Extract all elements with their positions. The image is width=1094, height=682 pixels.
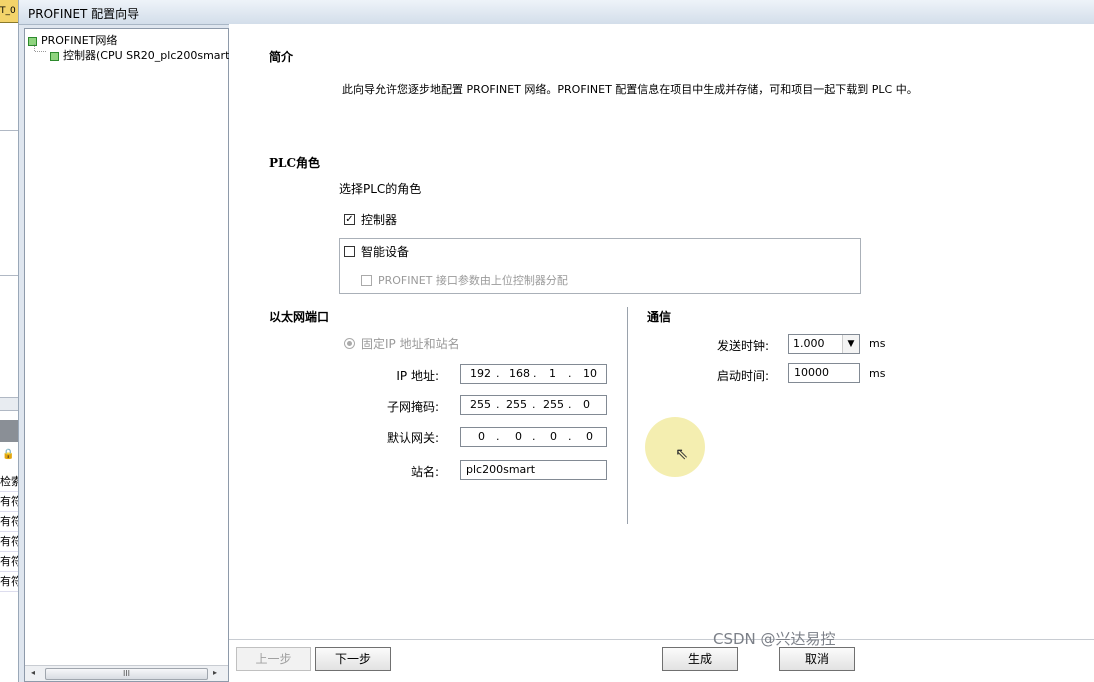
window-title: PROFINET 配置向导 xyxy=(28,7,140,21)
background-app-strip: T_0 🔒 检索 有符 有符 有符 有符 有符 xyxy=(0,0,19,682)
ip-address-label: IP 地址: xyxy=(396,369,439,383)
list-item[interactable]: 有符 xyxy=(0,512,18,532)
smart-device-label: 智能设备 xyxy=(361,245,410,259)
scroll-thumb[interactable]: III xyxy=(45,668,208,680)
intro-text: 此向导允许您逐步地配置 PROFINET 网络。PROFINET 配置信息在项目… xyxy=(342,83,918,96)
tree-node-controller[interactable]: 控制器(CPU SR20_plc200smart) xyxy=(50,47,234,63)
button-bar-divider xyxy=(229,639,1094,640)
list-item[interactable]: 检索 xyxy=(0,472,18,492)
ethernet-title: 以太网端口 xyxy=(269,310,330,324)
ip-dot: . xyxy=(496,430,500,443)
assign-by-controller-checkbox[interactable]: PROFINET 接口参数由上位控制器分配 xyxy=(361,272,568,288)
checkbox-check-icon: ✓ xyxy=(344,214,355,225)
startup-time-field[interactable]: 10000 xyxy=(788,363,860,383)
controller-checkbox[interactable]: ✓ 控制器 xyxy=(344,211,397,228)
section-divider xyxy=(627,307,628,524)
chevron-down-icon[interactable]: ▼ xyxy=(842,335,859,353)
subnet-mask-field[interactable]: 255 . 255 . 255 . 0 xyxy=(460,395,607,415)
send-clock-label: 发送时钟: xyxy=(716,339,769,353)
background-tab[interactable]: T_0 xyxy=(0,0,18,23)
window-titlebar: PROFINET 配置向导 xyxy=(19,0,1094,25)
ip-octet: 1 xyxy=(549,367,556,380)
intro-title: 简介 xyxy=(269,50,294,64)
fixed-ip-label: 固定IP 地址和站名 xyxy=(361,337,460,351)
divider xyxy=(0,275,18,276)
fixed-ip-radio[interactable]: 固定IP 地址和站名 xyxy=(344,335,460,352)
ip-address-field[interactable]: 192 . 168 . 1 . 10 xyxy=(460,364,607,384)
assign-by-controller-label: PROFINET 接口参数由上位控制器分配 xyxy=(378,274,568,287)
ip-octet: 0 xyxy=(550,430,557,443)
smart-device-checkbox[interactable]: 智能设备 xyxy=(344,243,409,260)
wizard-tree: PROFINET网络 控制器(CPU SR20_plc200smart) ◂ I… xyxy=(24,28,234,682)
mouse-pointer-icon: ⇖ xyxy=(675,444,689,463)
tree-connector xyxy=(34,44,46,52)
plc-role-prompt: 选择PLC的角色 xyxy=(339,182,422,196)
communication-title: 通信 xyxy=(647,310,672,324)
gateway-label: 默认网关: xyxy=(386,431,439,445)
background-toolbar xyxy=(0,420,18,442)
checkbox-box xyxy=(344,246,355,257)
ip-octet: 0 xyxy=(583,398,590,411)
ip-octet: 255 xyxy=(470,398,491,411)
checkbox-box xyxy=(361,274,372,286)
station-name-label: 站名: xyxy=(410,465,439,479)
ip-dot: . xyxy=(533,367,537,380)
list-item[interactable]: 有符 xyxy=(0,532,18,552)
divider xyxy=(0,130,18,131)
cancel-button[interactable]: 取消 xyxy=(779,647,855,671)
plc-role-title: PLC角色 xyxy=(269,156,321,170)
ip-octet: 10 xyxy=(583,367,597,380)
watermark: CSDN @兴达易控 xyxy=(713,630,836,648)
ip-octet: 168 xyxy=(509,367,530,380)
radio-icon xyxy=(344,338,355,349)
ip-dot: . xyxy=(568,398,572,411)
background-list: 检索 有符 有符 有符 有符 有符 xyxy=(0,472,18,592)
ip-dot: . xyxy=(532,430,536,443)
ip-dot: . xyxy=(568,367,572,380)
ip-octet: 192 xyxy=(470,367,491,380)
list-item[interactable]: 有符 xyxy=(0,572,18,592)
startup-time-unit: ms xyxy=(869,367,886,380)
wizard-main-panel: 简介 此向导允许您逐步地配置 PROFINET 网络。PROFINET 配置信息… xyxy=(229,24,1094,682)
list-item[interactable]: 有符 xyxy=(0,552,18,572)
ip-dot: . xyxy=(496,398,500,411)
background-scrollbar[interactable] xyxy=(0,397,18,411)
controller-label: 控制器 xyxy=(361,213,398,227)
send-clock-value: 1.000 xyxy=(793,337,825,350)
ip-dot: . xyxy=(496,367,500,380)
scroll-right-icon[interactable]: ▸ xyxy=(213,668,217,677)
ip-dot: . xyxy=(532,398,536,411)
generate-button[interactable]: 生成 xyxy=(662,647,738,671)
tree-node-label: PROFINET网络 xyxy=(41,34,118,47)
station-name-field[interactable]: plc200smart xyxy=(460,460,607,480)
startup-time-label: 启动时间: xyxy=(716,369,769,383)
tree-node-icon xyxy=(50,51,59,61)
lock-icon[interactable]: 🔒 xyxy=(2,449,14,461)
next-button[interactable]: 下一步 xyxy=(315,647,391,671)
gateway-field[interactable]: 0 . 0 . 0 . 0 xyxy=(460,427,607,447)
ip-dot: . xyxy=(568,430,572,443)
tree-node-label: 控制器(CPU SR20_plc200smart) xyxy=(63,49,234,62)
ip-octet: 0 xyxy=(586,430,593,443)
scroll-left-icon[interactable]: ◂ xyxy=(31,668,35,677)
prev-button[interactable]: 上一步 xyxy=(236,647,311,671)
ip-octet: 0 xyxy=(515,430,522,443)
ip-octet: 0 xyxy=(478,430,485,443)
subnet-mask-label: 子网掩码: xyxy=(386,400,439,414)
tree-horizontal-scrollbar[interactable]: ◂ III ▸ xyxy=(25,665,228,681)
send-clock-unit: ms xyxy=(869,337,886,350)
send-clock-select[interactable]: 1.000 ▼ xyxy=(788,334,860,354)
ip-octet: 255 xyxy=(543,398,564,411)
ip-octet: 255 xyxy=(506,398,527,411)
list-item[interactable]: 有符 xyxy=(0,492,18,512)
